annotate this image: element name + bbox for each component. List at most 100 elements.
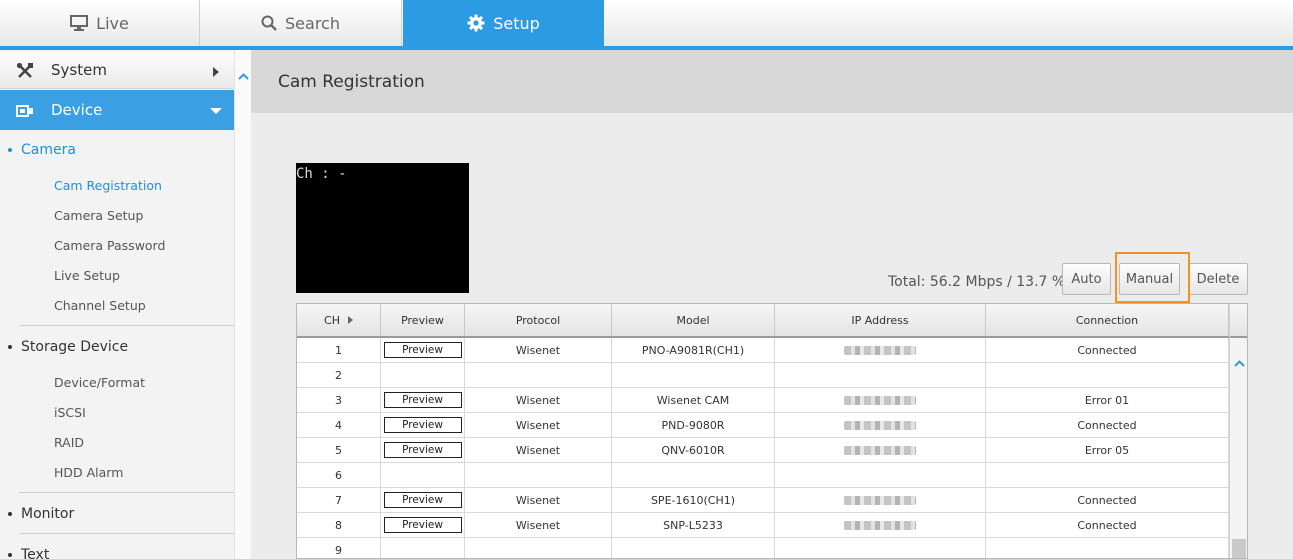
- column-header-connection: Connection: [986, 304, 1229, 336]
- bandwidth-total: Total: 56.2 Mbps / 13.7 %: [888, 274, 1066, 290]
- cell-protocol: [465, 463, 612, 487]
- sidebar-item-system[interactable]: System: [0, 52, 234, 89]
- bullet-icon: [8, 512, 12, 516]
- preview-button[interactable]: Preview: [383, 392, 462, 408]
- cell-preview: [381, 538, 465, 558]
- search-icon: [261, 15, 277, 31]
- scrollbar-thumb[interactable]: [1232, 539, 1246, 558]
- preview-button[interactable]: Preview: [383, 442, 462, 458]
- preview-button[interactable]: Preview: [383, 417, 462, 433]
- tab-search[interactable]: Search: [200, 0, 402, 46]
- tab-setup[interactable]: Setup: [403, 0, 604, 46]
- table-scrollbar[interactable]: [1229, 304, 1247, 558]
- tab-setup-label: Setup: [493, 13, 540, 33]
- cell-model: SNP-L5233: [612, 513, 775, 537]
- divider: [19, 533, 234, 534]
- sidebar-item-cam-registration[interactable]: Cam Registration: [54, 178, 162, 193]
- sidebar-item-iscsi[interactable]: iSCSI: [54, 405, 86, 420]
- cell-ip-address: [775, 463, 986, 487]
- table-row[interactable]: 8 Preview Wisenet SNP-L5233 Connected: [297, 513, 1229, 538]
- table-header: CH Preview Protocol Model IP Address Con…: [297, 304, 1229, 338]
- ip-address-redacted: [844, 395, 916, 405]
- column-header-ch[interactable]: CH: [297, 304, 381, 336]
- sidebar-item-channel-setup[interactable]: Channel Setup: [54, 298, 146, 313]
- cell-ip-address: [775, 413, 986, 437]
- table-row[interactable]: 3 Preview Wisenet Wisenet CAM Error 01: [297, 388, 1229, 413]
- sidebar-item-live-setup[interactable]: Live Setup: [54, 268, 120, 283]
- cell-model: PND-9080R: [612, 413, 775, 437]
- sidebar-item-device-format[interactable]: Device/Format: [54, 375, 145, 390]
- scroll-up-icon[interactable]: [1232, 354, 1246, 372]
- cell-ch: 2: [297, 363, 381, 387]
- sidebar-group-storage-device[interactable]: Storage Device: [8, 339, 128, 355]
- cell-preview: Preview: [381, 438, 465, 462]
- sidebar-group-label: Storage Device: [21, 339, 129, 355]
- cell-connection: [986, 463, 1229, 487]
- table-row[interactable]: 5 Preview Wisenet QNV-6010R Error 05: [297, 438, 1229, 463]
- table-row[interactable]: 6: [297, 463, 1229, 488]
- table-row[interactable]: 9: [297, 538, 1229, 558]
- scroll-up-icon[interactable]: [238, 65, 249, 84]
- sidebar: System Device Camera Cam Registration Ca…: [0, 50, 234, 559]
- cell-model: SPE-1610(CH1): [612, 488, 775, 512]
- sidebar-scrollbar[interactable]: [234, 50, 251, 559]
- cell-model: QNV-6010R: [612, 438, 775, 462]
- cell-protocol: Wisenet: [465, 488, 612, 512]
- cell-ip-address: [775, 438, 986, 462]
- cell-connection: Connected: [986, 513, 1229, 537]
- column-header-protocol: Protocol: [465, 304, 612, 336]
- table-row[interactable]: 2: [297, 363, 1229, 388]
- cell-protocol: Wisenet: [465, 413, 612, 437]
- preview-button[interactable]: Preview: [383, 517, 462, 533]
- preview-button[interactable]: Preview: [383, 342, 462, 358]
- cell-connection: [986, 538, 1229, 558]
- sidebar-group-monitor[interactable]: Monitor: [8, 506, 74, 522]
- cell-ip-address: [775, 488, 986, 512]
- preview-channel-label: Ch : -: [296, 166, 347, 182]
- divider: [19, 325, 234, 326]
- sidebar-item-camera-password[interactable]: Camera Password: [54, 238, 165, 253]
- bullet-icon: [8, 553, 12, 557]
- sidebar-item-raid[interactable]: RAID: [54, 435, 84, 450]
- bullet-icon: [8, 148, 12, 152]
- column-header-label: CH: [324, 313, 340, 327]
- cell-protocol: [465, 363, 612, 387]
- sidebar-group-label: Monitor: [21, 506, 75, 522]
- cell-ch: 5: [297, 438, 381, 462]
- table-row[interactable]: 7 Preview Wisenet SPE-1610(CH1) Connected: [297, 488, 1229, 513]
- preview-button[interactable]: Preview: [383, 492, 462, 508]
- cell-preview: Preview: [381, 488, 465, 512]
- manual-button-highlight: [1115, 252, 1190, 303]
- cell-ch: 8: [297, 513, 381, 537]
- sidebar-item-camera-setup[interactable]: Camera Setup: [54, 208, 143, 223]
- cell-model: PNO-A9081R(CH1): [612, 338, 775, 362]
- page-header: Cam Registration: [251, 50, 1293, 113]
- sidebar-group-text[interactable]: Text: [8, 547, 49, 559]
- cell-ip-address: [775, 338, 986, 362]
- cell-protocol: [465, 538, 612, 558]
- cell-protocol: Wisenet: [465, 338, 612, 362]
- cell-protocol: Wisenet: [465, 388, 612, 412]
- sidebar-item-device[interactable]: Device: [0, 90, 234, 130]
- table-row[interactable]: 1 Preview Wisenet PNO-A9081R(CH1) Connected: [297, 338, 1229, 363]
- table-row[interactable]: 4 Preview Wisenet PND-9080R Connected: [297, 413, 1229, 438]
- sidebar-group-camera[interactable]: Camera: [8, 142, 76, 158]
- cell-protocol: Wisenet: [465, 438, 612, 462]
- cell-ch: 1: [297, 338, 381, 362]
- sidebar-item-device-label: Device: [51, 101, 103, 119]
- cell-ip-address: [775, 363, 986, 387]
- ip-address-redacted: [844, 495, 916, 505]
- tab-live-label: Live: [96, 13, 129, 33]
- scrollbar-corner: [1230, 304, 1247, 338]
- cell-preview: Preview: [381, 388, 465, 412]
- delete-button[interactable]: Delete: [1188, 263, 1248, 295]
- auto-button[interactable]: Auto: [1062, 263, 1111, 295]
- tab-search-label: Search: [285, 13, 340, 33]
- sidebar-group-label: Text: [21, 547, 50, 559]
- chevron-down-icon: [210, 108, 222, 114]
- cell-ch: 4: [297, 413, 381, 437]
- cell-ip-address: [775, 513, 986, 537]
- sidebar-item-hdd-alarm[interactable]: HDD Alarm: [54, 465, 123, 480]
- cell-preview: Preview: [381, 338, 465, 362]
- tab-live[interactable]: Live: [0, 0, 200, 46]
